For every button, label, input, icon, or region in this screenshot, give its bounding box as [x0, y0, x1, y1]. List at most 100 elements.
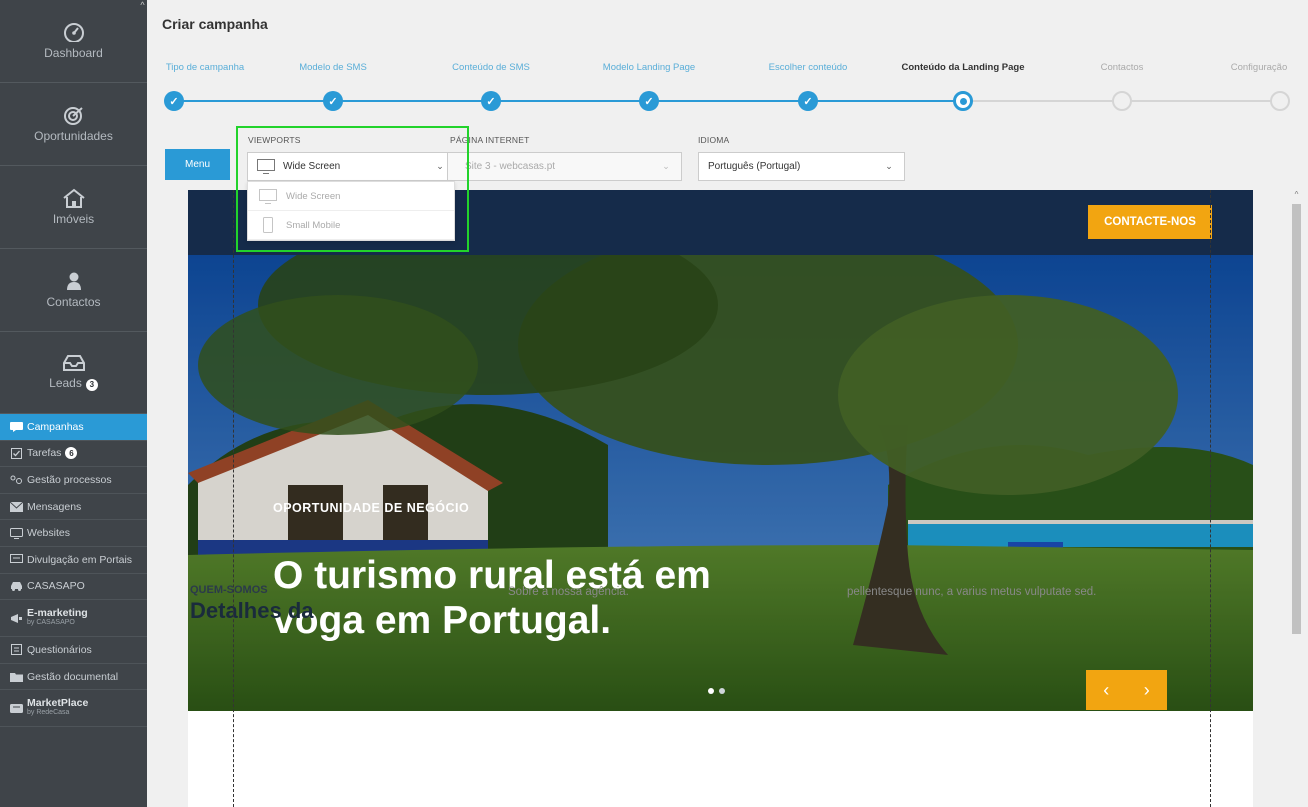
sidebar-item-leads[interactable]: Leads 3	[0, 332, 147, 414]
sidebar-item-sublabel: by CASASAPO	[27, 619, 75, 627]
wizard-steps: Tipo de campanha Modelo de SMS Conteúdo …	[147, 62, 1308, 122]
mobile-phone-icon	[258, 217, 278, 233]
step-future-dot-icon[interactable]	[1112, 91, 1132, 111]
sidebar-item-websites[interactable]: Websites	[0, 520, 147, 547]
sidebar-item-contactos[interactable]: Contactos	[0, 249, 147, 332]
sidebar-item-imoveis[interactable]: Imóveis	[0, 166, 147, 249]
website-icon	[9, 527, 23, 539]
step-label: Modelo Landing Page	[602, 62, 696, 73]
main-panel: Criar campanha Tipo de campanha Modelo d…	[147, 0, 1308, 807]
contact-button[interactable]: CONTACTE-NOS	[1088, 205, 1212, 239]
pagina-internet-select-value: Site 3 - webcasas.pt	[465, 161, 556, 172]
step-current-dot-icon[interactable]	[953, 91, 973, 111]
sidebar-item-gestao-documental[interactable]: Gestão documental	[0, 664, 147, 691]
sidebar-scroll-up-icon[interactable]: ^	[138, 0, 147, 18]
dashboard-gauge-icon	[63, 22, 85, 42]
step-done-check-icon[interactable]: ✓	[323, 91, 343, 111]
steps-progress-line	[174, 100, 963, 102]
folder-icon	[9, 671, 23, 682]
preview-scrollbar[interactable]: ^	[1289, 190, 1304, 807]
about-eyebrow: QUEM-SOMOS	[190, 584, 268, 596]
sidebar-item-label: Mensagens	[27, 500, 82, 513]
hero-slider: OPORTUNIDADE DE NEGÓCIO O turismo rural …	[188, 255, 1253, 711]
viewports-label: VIEWPORTS	[248, 135, 301, 145]
sidebar-item-label: Divulgação em Portais	[27, 553, 133, 566]
slider-dots	[708, 688, 725, 694]
sidebar-item-mensagens[interactable]: Mensagens	[0, 494, 147, 521]
page-title: Criar campanha	[162, 16, 268, 32]
sidebar-item-dashboard[interactable]: Dashboard	[0, 0, 147, 83]
sidebar-item-casasapo[interactable]: CASASAPO	[0, 574, 147, 601]
sidebar-item-label: Leads	[49, 376, 82, 391]
survey-icon	[9, 644, 23, 656]
about-column-text: Sobre a nossa agência.	[508, 586, 629, 598]
viewport-guide-left	[233, 190, 234, 807]
scroll-up-arrow-icon[interactable]: ^	[1289, 190, 1304, 202]
car-icon	[9, 581, 23, 592]
sidebar-item-campanhas[interactable]: Campanhas	[0, 414, 147, 441]
menu-button[interactable]: Menu	[165, 149, 230, 180]
megaphone-icon	[9, 613, 23, 624]
landing-page-preview: CONTACTE-NOS OPORTUNIDADE DE NEGÓCIO O t…	[188, 190, 1253, 807]
target-icon	[63, 105, 85, 125]
arrow-right-icon[interactable]: ›	[1144, 680, 1150, 701]
sidebar-item-label: Gestão documental	[27, 670, 119, 683]
step-label: Contactos	[1100, 62, 1144, 73]
sidebar-item-label: MarketPlace	[27, 697, 89, 710]
desktop-monitor-icon	[258, 188, 278, 204]
step-done-check-icon[interactable]: ✓	[639, 91, 659, 111]
step-label: Conteúdo de SMS	[452, 62, 530, 73]
sidebar-item-oportunidades[interactable]: Oportunidades	[0, 83, 147, 166]
idioma-select[interactable]: Português (Portugal) ⌄	[698, 152, 905, 181]
chevron-down-icon: ⌄	[662, 161, 670, 171]
viewport-option-label: Small Mobile	[286, 219, 341, 231]
pagina-internet-select[interactable]: Site 3 - webcasas.pt ⌄	[447, 152, 682, 181]
step-label: Tipo de campanha	[165, 62, 245, 73]
sidebar-item-label: Dashboard	[44, 46, 103, 60]
hero-eyebrow: OPORTUNIDADE DE NEGÓCIO	[273, 501, 470, 515]
sidebar-item-tarefas[interactable]: Tarefas 6	[0, 441, 147, 468]
inbox-icon	[62, 354, 86, 372]
step-future-dot-icon[interactable]	[1270, 91, 1290, 111]
sidebar-item-sublabel: by RedeCasa	[27, 709, 70, 717]
sidebar-item-label: Imóveis	[52, 212, 95, 226]
scrollbar-thumb[interactable]	[1292, 204, 1301, 634]
sidebar-item-label: Contactos	[46, 295, 101, 309]
sidebar-item-emarketing[interactable]: E-marketing by CASASAPO	[0, 600, 147, 638]
step-done-check-icon[interactable]: ✓	[481, 91, 501, 111]
leads-count-badge: 3	[85, 378, 98, 391]
viewport-option-wide-screen[interactable]: Wide Screen	[248, 182, 454, 211]
viewport-dropdown: Wide Screen Small Mobile	[247, 181, 455, 241]
house-icon	[62, 188, 86, 208]
portal-icon	[9, 554, 23, 565]
step-label-current: Conteúdo da Landing Page	[901, 62, 1025, 73]
sidebar-item-gestao-processos[interactable]: Gestão processos	[0, 467, 147, 494]
viewport-select[interactable]: Wide Screen ⌄	[247, 152, 456, 181]
arrow-left-icon[interactable]: ‹	[1103, 680, 1109, 701]
pagina-internet-label: PÁGINA INTERNET	[450, 135, 530, 145]
desktop-monitor-icon	[257, 159, 275, 174]
sidebar-item-questionarios[interactable]: Questionários	[0, 637, 147, 664]
viewport-select-value: Wide Screen	[283, 161, 341, 172]
sidebar-item-label: Gestão processos	[27, 473, 112, 486]
campaign-icon	[9, 421, 23, 432]
about-heading: Detalhes da	[190, 598, 314, 623]
idioma-label: IDIOMA	[698, 135, 730, 145]
step-done-check-icon[interactable]: ✓	[164, 91, 184, 111]
step-done-check-icon[interactable]: ✓	[798, 91, 818, 111]
sidebar-item-label: Tarefas	[27, 447, 62, 460]
slider-dot-active[interactable]	[708, 688, 714, 694]
slider-arrows: ‹ ›	[1086, 670, 1167, 710]
sidebar: Dashboard Oportunidades Imóveis Contacto…	[0, 0, 147, 807]
sidebar-item-label: Websites	[27, 527, 70, 540]
slider-dot[interactable]	[719, 688, 725, 694]
idioma-select-value: Português (Portugal)	[708, 161, 801, 172]
viewport-option-small-mobile[interactable]: Small Mobile	[248, 211, 454, 240]
viewport-guide-right	[1210, 190, 1211, 807]
sidebar-item-marketplace[interactable]: MarketPlace by RedeCasa	[0, 690, 147, 728]
sidebar-item-divulgacao[interactable]: Divulgação em Portais	[0, 547, 147, 574]
envelope-icon	[9, 501, 23, 512]
person-icon	[64, 271, 84, 291]
sidebar-item-label: Questionários	[27, 643, 92, 656]
sidebar-item-label: CASASAPO	[27, 580, 85, 593]
